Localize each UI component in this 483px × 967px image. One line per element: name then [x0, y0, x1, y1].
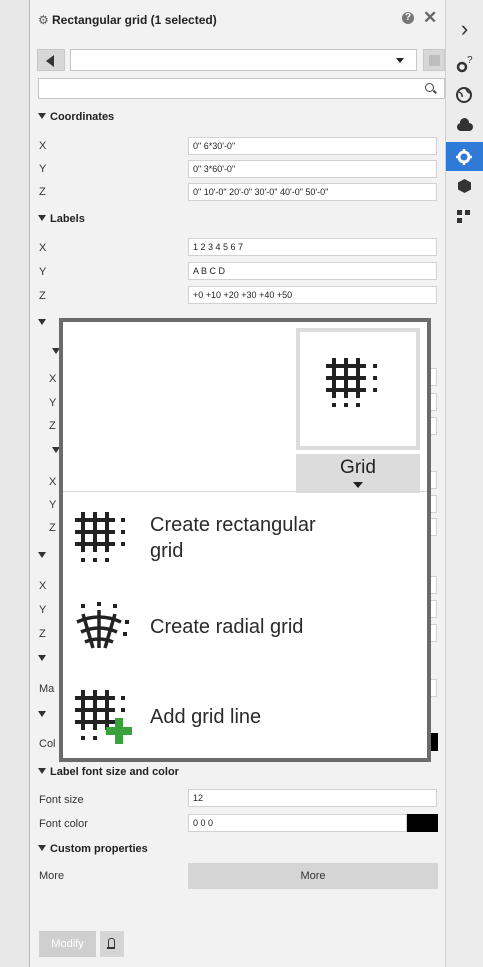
pick-icon	[107, 938, 115, 949]
coord-y-field[interactable]: 0" 3*60'-0"	[188, 160, 437, 178]
label-x-field[interactable]: 1 2 3 4 5 6 7	[188, 238, 437, 256]
font-size-label: Font size	[39, 794, 84, 806]
grid-dropdown-button[interactable]: Grid	[296, 454, 420, 493]
collapse-triangle-icon	[38, 552, 46, 558]
search-icon	[425, 83, 434, 92]
hidden-x-label: X	[49, 373, 57, 385]
coord-y-label: Y	[39, 163, 47, 175]
modify-button[interactable]: Modify	[39, 931, 96, 957]
label-z-label: Z	[39, 290, 46, 302]
collapse-triangle-icon	[38, 215, 46, 221]
side-toolbar: › ?	[445, 0, 483, 967]
properties-button[interactable]	[446, 142, 483, 171]
property-templates-button[interactable]: ?	[446, 50, 483, 79]
grid-tool-tile[interactable]	[296, 328, 420, 450]
collapse-triangle-icon	[38, 319, 46, 325]
more-label: More	[39, 870, 65, 882]
labels-section-header[interactable]: Labels	[38, 213, 85, 225]
label-x-label: X	[39, 242, 47, 254]
svg-text:?: ?	[467, 55, 473, 66]
collapse-triangle-icon	[38, 113, 46, 119]
save-disk-icon	[429, 55, 440, 66]
save-preset-button[interactable]	[423, 49, 445, 71]
hidden-section-header[interactable]	[38, 317, 50, 329]
back-arrow-icon	[46, 55, 54, 67]
add-grid-line-label: Add grid line	[150, 706, 262, 728]
rectangular-grid-icon	[75, 512, 125, 562]
coord-z-label: Z	[39, 186, 46, 198]
more-button[interactable]: More	[188, 863, 438, 889]
coordinates-section-header[interactable]: Coordinates	[38, 111, 114, 123]
hidden-section-header[interactable]	[38, 653, 50, 665]
panel-title: Rectangular grid (1 selected)	[52, 13, 217, 27]
hidden-z-label: Z	[49, 522, 56, 534]
font-size-field[interactable]: 12	[188, 789, 437, 807]
divider	[63, 491, 427, 492]
pick-object-button[interactable]	[100, 931, 124, 957]
grid-label: Grid	[340, 457, 376, 478]
hidden-mag-label: Ma	[39, 683, 55, 695]
rectangular-grid-icon	[326, 358, 377, 407]
label-y-label: Y	[39, 266, 47, 278]
chevron-down-icon	[396, 58, 404, 63]
add-grid-line-item[interactable]: Add grid line	[63, 680, 427, 756]
coord-x-label: X	[39, 140, 47, 152]
collapse-triangle-icon	[38, 655, 46, 661]
close-icon[interactable]: ✕	[423, 8, 437, 28]
label-y-field[interactable]: A B C D	[188, 262, 437, 280]
label-font-section-header[interactable]: Label font size and color	[38, 766, 179, 778]
section-title: Label font size and color	[50, 766, 179, 778]
font-color-swatch[interactable]	[407, 814, 438, 832]
collapse-panel-button[interactable]: ›	[446, 17, 483, 46]
hidden-x-label: X	[49, 476, 57, 488]
hidden-y-label: Y	[49, 499, 57, 511]
section-title: Custom properties	[50, 843, 148, 855]
collapse-triangle-icon	[38, 845, 46, 851]
hidden-section-header[interactable]	[38, 550, 50, 562]
hidden-col-label: Col	[39, 738, 56, 750]
hidden-section-header[interactable]	[38, 709, 50, 721]
create-rectangular-grid-item[interactable]: Create rectangular grid	[63, 500, 427, 576]
font-color-label: Font color	[39, 818, 88, 830]
section-title: Labels	[50, 213, 85, 225]
hidden-x-label: X	[39, 580, 47, 592]
3d-model-button[interactable]	[446, 172, 483, 201]
font-color-field[interactable]: 0 0 0	[188, 814, 407, 832]
create-rectangular-grid-label-line2: grid	[150, 540, 184, 562]
settings-gear-icon: ⚙	[38, 13, 49, 27]
cloud-button[interactable]	[446, 112, 483, 141]
collapse-triangle-icon	[38, 711, 46, 717]
help-icon[interactable]: ?	[402, 12, 414, 24]
grid-flyout-menu: Grid Create rectangular grid Create radi…	[59, 318, 431, 762]
create-radial-grid-item[interactable]: Create radial grid	[63, 594, 427, 664]
coord-z-field[interactable]: 0" 10'-0" 20'-0" 30'-0" 40'-0" 50'-0"	[188, 183, 437, 201]
section-title: Coordinates	[50, 111, 115, 123]
property-search-input[interactable]	[38, 78, 445, 99]
globe-icon	[456, 87, 472, 103]
cloud-icon	[457, 118, 473, 131]
gear-icon	[456, 149, 472, 165]
panel-titlebar: ⚙ Rectangular grid (1 selected) ? ✕	[30, 0, 446, 40]
back-button[interactable]	[37, 49, 65, 71]
grid-plus-icon	[457, 210, 472, 225]
world-button[interactable]	[446, 80, 483, 109]
cube-icon	[458, 179, 471, 193]
hidden-y-label: Y	[39, 604, 47, 616]
preset-dropdown[interactable]	[70, 49, 417, 71]
label-z-field[interactable]: +0 +10 +20 +30 +40 +50	[188, 286, 437, 304]
collapse-triangle-icon	[38, 768, 46, 774]
add-components-button[interactable]	[446, 203, 483, 232]
coord-x-field[interactable]: 0" 6*30'-0"	[188, 137, 437, 155]
hidden-z-label: Z	[49, 420, 56, 432]
add-grid-line-icon	[75, 690, 132, 744]
hidden-y-label: Y	[49, 397, 57, 409]
create-rectangular-grid-label: Create rectangular	[150, 514, 316, 536]
gear-question-icon: ?	[456, 55, 473, 73]
radial-grid-icon	[76, 602, 129, 649]
create-radial-grid-label: Create radial grid	[150, 616, 304, 638]
custom-properties-section-header[interactable]: Custom properties	[38, 843, 148, 855]
background-viewport-strip	[0, 0, 29, 967]
chevron-down-icon	[353, 482, 363, 488]
hidden-z-label: Z	[39, 628, 46, 640]
